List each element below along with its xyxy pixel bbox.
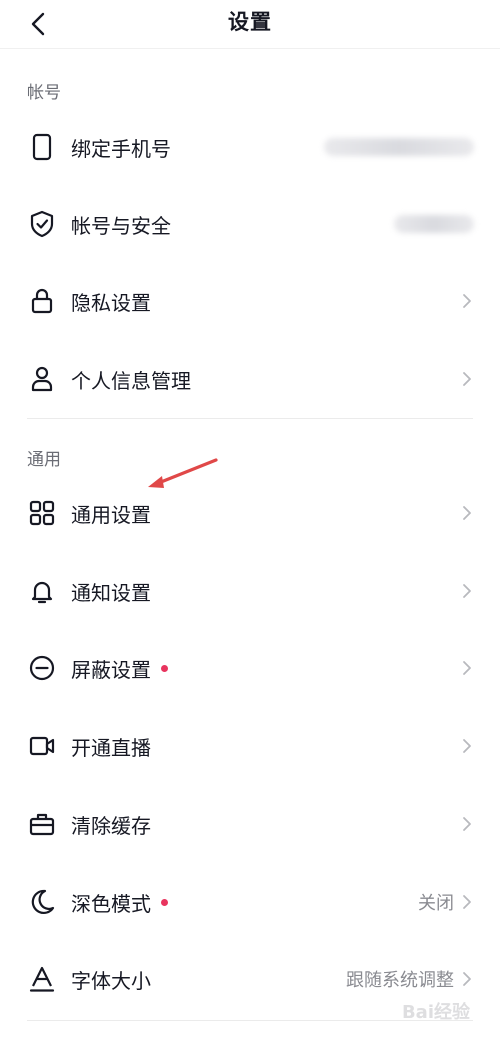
phone-value-blurred xyxy=(324,138,474,156)
chevron-right-icon xyxy=(460,815,474,833)
row-font-size[interactable]: 字体大小 跟随系统调整 xyxy=(0,946,500,1012)
row-notification[interactable]: 通知设置 xyxy=(0,558,500,624)
row-dark-mode[interactable]: 深色模式 关闭 xyxy=(0,869,500,935)
page-title: 设置 xyxy=(228,10,272,34)
minus-circle-icon xyxy=(28,654,56,682)
row-label: 隐私设置 xyxy=(71,290,151,315)
moon-icon xyxy=(28,888,56,916)
row-label: 深色模式 xyxy=(71,888,168,917)
row-label: 屏蔽设置 xyxy=(71,654,168,683)
row-block-settings[interactable]: 屏蔽设置 xyxy=(0,635,500,701)
grid-icon xyxy=(28,499,56,527)
row-general-settings[interactable]: 通用设置 xyxy=(0,480,500,546)
row-label: 字体大小 xyxy=(71,968,151,993)
chevron-right-icon xyxy=(460,659,474,677)
lock-icon xyxy=(28,287,56,315)
security-value-blurred xyxy=(394,215,474,233)
bell-icon xyxy=(28,577,56,605)
section-title-general: 通用 xyxy=(27,450,61,470)
section-divider xyxy=(27,418,473,419)
shield-check-icon xyxy=(28,210,56,238)
font-size-value: 跟随系统调整 xyxy=(346,970,454,991)
dark-mode-value: 关闭 xyxy=(418,893,454,914)
bottom-divider xyxy=(27,1020,473,1021)
row-account-security[interactable]: 帐号与安全 xyxy=(0,191,500,257)
chevron-right-icon xyxy=(460,893,474,911)
red-dot-badge xyxy=(161,898,168,906)
row-label: 清除缓存 xyxy=(71,813,151,838)
row-live[interactable]: 开通直播 xyxy=(0,713,500,779)
chevron-right-icon xyxy=(460,292,474,310)
top-bar: 设置 xyxy=(0,0,500,49)
row-clear-cache[interactable]: 清除缓存 xyxy=(0,791,500,857)
chevron-right-icon xyxy=(460,582,474,600)
video-camera-icon xyxy=(28,732,56,760)
chevron-right-icon xyxy=(460,970,474,988)
row-label: 开通直播 xyxy=(71,735,151,760)
chevron-right-icon xyxy=(460,504,474,522)
phone-icon xyxy=(28,133,56,161)
person-icon xyxy=(28,365,56,393)
row-personal-info[interactable]: 个人信息管理 xyxy=(0,346,500,412)
row-privacy[interactable]: 隐私设置 xyxy=(0,268,500,334)
chevron-right-icon xyxy=(460,737,474,755)
row-label: 帐号与安全 xyxy=(71,213,171,238)
row-label: 个人信息管理 xyxy=(71,368,191,393)
row-label: 通用设置 xyxy=(71,502,151,527)
chevron-right-icon xyxy=(460,370,474,388)
section-title-account: 帐号 xyxy=(27,83,61,103)
row-label: 通知设置 xyxy=(71,580,151,605)
toolbox-icon xyxy=(28,810,56,838)
font-a-icon xyxy=(28,965,56,993)
row-bind-phone[interactable]: 绑定手机号 xyxy=(0,114,500,180)
row-label: 绑定手机号 xyxy=(71,136,171,161)
red-dot-badge xyxy=(161,664,168,672)
